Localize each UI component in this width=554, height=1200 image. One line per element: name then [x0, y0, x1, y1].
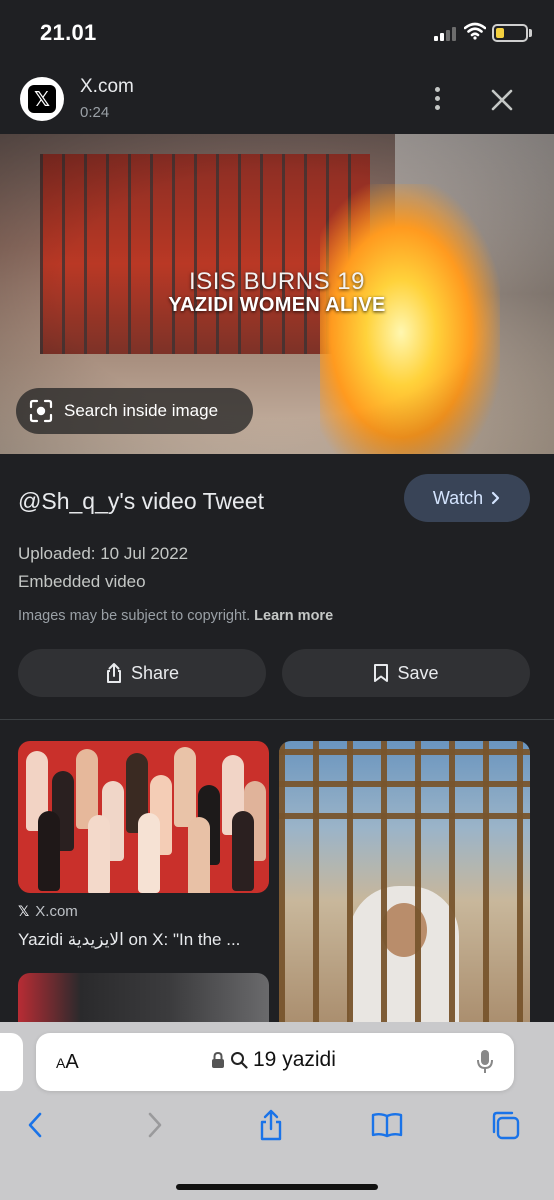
- mic-icon[interactable]: [476, 1049, 494, 1075]
- share-icon: [106, 663, 121, 683]
- search-inside-image-button[interactable]: Search inside image: [16, 388, 253, 434]
- forward-icon[interactable]: [138, 1107, 172, 1143]
- url-text: 19 yazidi: [253, 1048, 336, 1071]
- battery-tip: [529, 29, 532, 37]
- chevron-right-icon: [492, 491, 500, 505]
- copyright-text: Images may be subject to copyright.: [18, 608, 251, 624]
- status-time: 21.01: [40, 20, 97, 45]
- save-button[interactable]: Save: [282, 649, 530, 697]
- bookmark-icon: [374, 664, 389, 682]
- section-divider: [0, 719, 554, 720]
- search-icon: [231, 1052, 248, 1069]
- share-button[interactable]: Share: [18, 649, 266, 697]
- learn-more-link[interactable]: Learn more: [254, 608, 333, 624]
- copyright-notice: Images may be subject to copyright. Lear…: [18, 608, 333, 624]
- close-icon[interactable]: [488, 86, 516, 114]
- previous-tab-preview[interactable]: [0, 1033, 23, 1091]
- bookmarks-icon[interactable]: [370, 1107, 404, 1143]
- image-overlay-line2: YAZIDI WOMEN ALIVE: [168, 294, 386, 316]
- video-duration: 0:24: [80, 104, 110, 121]
- page-settings-button[interactable]: AA: [56, 1051, 79, 1074]
- address-bar[interactable]: AA 19 yazidi: [36, 1033, 514, 1091]
- x-logo-mark: 𝕏: [28, 85, 56, 113]
- upload-date: Uploaded: 10 Jul 2022: [18, 544, 189, 563]
- save-button-label: Save: [397, 662, 439, 683]
- image-overlay-line1: ISIS BURNS 19: [189, 268, 365, 295]
- home-indicator[interactable]: [176, 1184, 378, 1190]
- embedded-label: Embedded video: [18, 572, 146, 591]
- search-inside-image-label: Search inside image: [64, 401, 219, 420]
- result-source-name: X.com: [35, 903, 78, 920]
- source-header: 𝕏 X.com 0:24: [0, 66, 554, 134]
- battery-icon: [492, 24, 528, 42]
- watch-button-label: Watch: [432, 487, 484, 508]
- watch-button[interactable]: Watch: [404, 474, 530, 522]
- status-bar: 21.01: [0, 0, 554, 66]
- more-vert-icon[interactable]: [426, 84, 448, 114]
- share-button-label: Share: [130, 662, 180, 683]
- x-logo-icon: 𝕏: [20, 77, 64, 121]
- result-thumbnail[interactable]: [279, 741, 530, 1033]
- result-title: @Sh_q_y's video Tweet: [18, 488, 264, 514]
- result-thumbnail[interactable]: [18, 741, 269, 893]
- preview-image[interactable]: ISIS BURNS 19 YAZIDI WOMEN ALIVE Search …: [0, 134, 554, 454]
- lens-camera-icon: [29, 399, 53, 423]
- result-title-link[interactable]: Yazidi الايزيدية on X: "In the ...: [18, 930, 268, 950]
- url-field[interactable]: 19 yazidi: [211, 1048, 336, 1072]
- share-sheet-icon[interactable]: [254, 1107, 288, 1143]
- back-icon[interactable]: [18, 1107, 52, 1143]
- tabs-icon[interactable]: [488, 1107, 522, 1143]
- result-source: 𝕏 X.com: [18, 903, 78, 920]
- x-logo-icon: 𝕏: [18, 903, 30, 919]
- wifi-icon: [464, 22, 486, 40]
- signal-icon: [434, 25, 460, 41]
- source-name[interactable]: X.com: [80, 76, 134, 98]
- lock-icon: [212, 1051, 224, 1068]
